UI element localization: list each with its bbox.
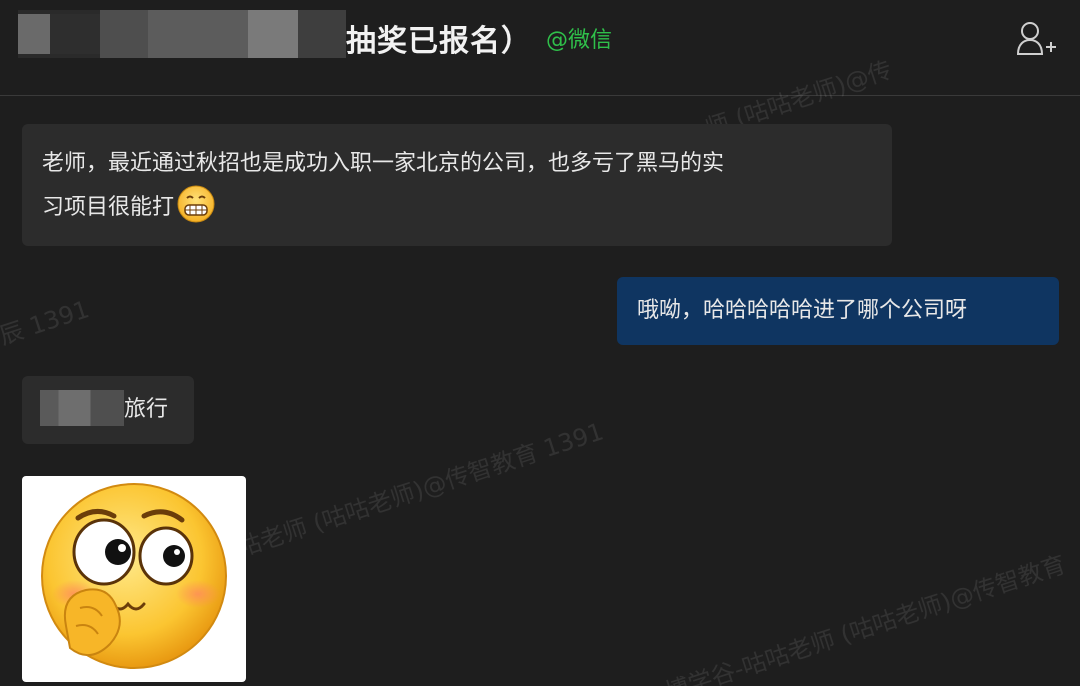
message-text: 哦呦，哈哈哈哈哈进了哪个公司呀 [637,298,968,323]
redacted-title-block [18,10,346,58]
chat-window: 抽奖已报名） @微信 师 (咕咕老师)@传 辰 1391 咕老师 (咕咕老师)@… [0,0,1080,686]
message-text: 旅行 [124,397,169,422]
watermark: 咕老师 (咕咕老师)@传智教育 1391 [233,417,607,563]
watermark: 博学谷-咕咕老师 (咕咕老师)@传智教育 [661,550,1070,686]
message-text: 习项目很能打 [42,195,175,220]
message-text-line: 习项目很能打 [42,184,872,228]
chat-title-text: 抽奖已报名） [346,24,532,59]
wechat-tag: @微信 [546,28,613,53]
watermark: 辰 1391 [0,295,93,351]
add-contact-icon[interactable] [1016,20,1058,56]
grimace-emoji-icon [176,184,216,224]
chat-title: 抽奖已报名） @微信 [346,14,612,62]
message-bubble-outgoing[interactable]: 哦呦，哈哈哈哈哈进了哪个公司呀 [617,277,1059,345]
chat-header: 抽奖已报名） @微信 [0,0,1080,96]
redacted-text [40,390,124,426]
message-text-line: 老师，最近通过秋招也是成功入职一家北京的公司，也多亏了黑马的实 [42,151,725,176]
message-bubble-incoming[interactable]: 老师，最近通过秋招也是成功入职一家北京的公司，也多亏了黑马的实 习项目很能打 [22,124,892,246]
thinking-face-sticker[interactable] [22,476,246,682]
message-bubble-incoming[interactable]: 旅行 [22,376,194,444]
